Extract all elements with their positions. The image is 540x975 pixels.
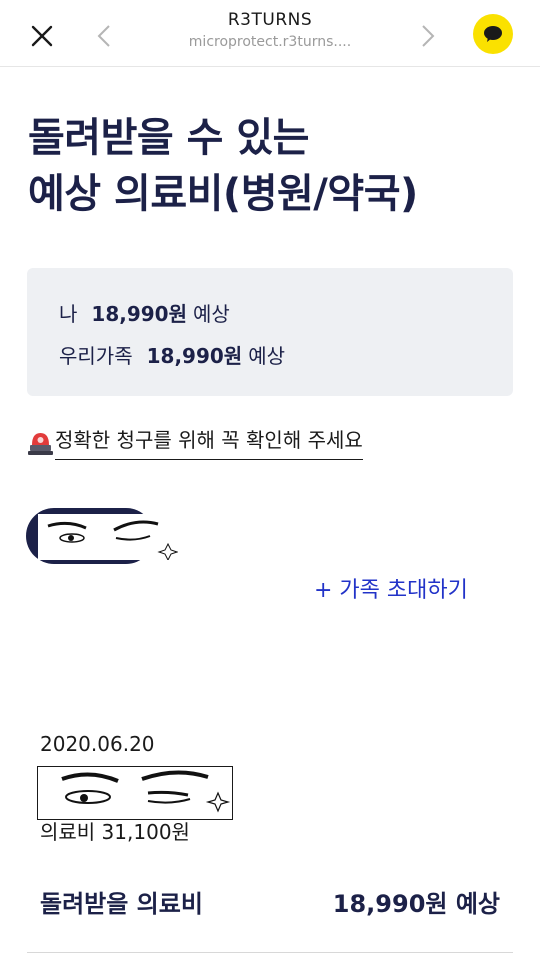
divider <box>27 952 513 953</box>
my-estimate-suffix: 예상 <box>192 302 230 326</box>
kakao-share-button[interactable] <box>473 14 513 54</box>
my-estimate-label: 나 <box>59 302 78 326</box>
forward-button[interactable] <box>410 16 446 56</box>
page-title: 돌려받을 수 있는 예상 의료비(병원/약국) <box>28 110 528 222</box>
page-title-line1: 돌려받을 수 있는 <box>28 115 309 161</box>
browser-toolbar: R3TURNS microprotect.r3turns.... <box>0 0 540 67</box>
family-estimate-suffix: 예상 <box>248 344 285 368</box>
page-address: R3TURNS microprotect.r3turns.... <box>150 10 390 50</box>
redacted-name <box>38 514 178 560</box>
visit-date: 2020.06.20 <box>40 732 155 756</box>
page-title-line2: 예상 의료비(병원/약국) <box>28 171 418 217</box>
notice-text: 정확한 청구를 위해 꼭 확인해 주세요 <box>55 424 363 460</box>
redacted-hospital-name <box>37 766 233 820</box>
chevron-left-icon <box>97 25 110 47</box>
notice-link[interactable]: 정확한 청구를 위해 꼭 확인해 주세요 <box>28 424 363 460</box>
back-button[interactable] <box>86 16 122 56</box>
close-icon <box>31 25 53 47</box>
invite-family-link[interactable]: + 가족 초대하기 <box>314 572 468 604</box>
family-estimate-label: 우리가족 <box>59 344 133 368</box>
medical-fee: 의료비 31,100원 <box>40 820 190 844</box>
estimate-summary-card: 나 18,990원 예상 우리가족 18,990원 예상 <box>27 268 513 396</box>
speech-bubble-icon <box>484 26 502 42</box>
member-tab[interactable] <box>26 508 178 564</box>
family-estimate-row: 우리가족 18,990원 예상 <box>59 340 285 369</box>
refund-label: 돌려받을 의료비 <box>40 890 203 918</box>
chevron-right-icon <box>422 25 435 47</box>
my-estimate-row: 나 18,990원 예상 <box>59 298 230 327</box>
site-url: microprotect.r3turns.... <box>188 34 352 50</box>
site-title: R3TURNS <box>227 10 313 30</box>
family-estimate-amount: 18,990원 <box>146 344 243 368</box>
my-estimate-amount: 18,990원 <box>91 302 187 326</box>
siren-icon <box>28 433 53 455</box>
close-button[interactable] <box>22 16 62 56</box>
refund-value: 18,990원 예상 <box>332 890 500 918</box>
